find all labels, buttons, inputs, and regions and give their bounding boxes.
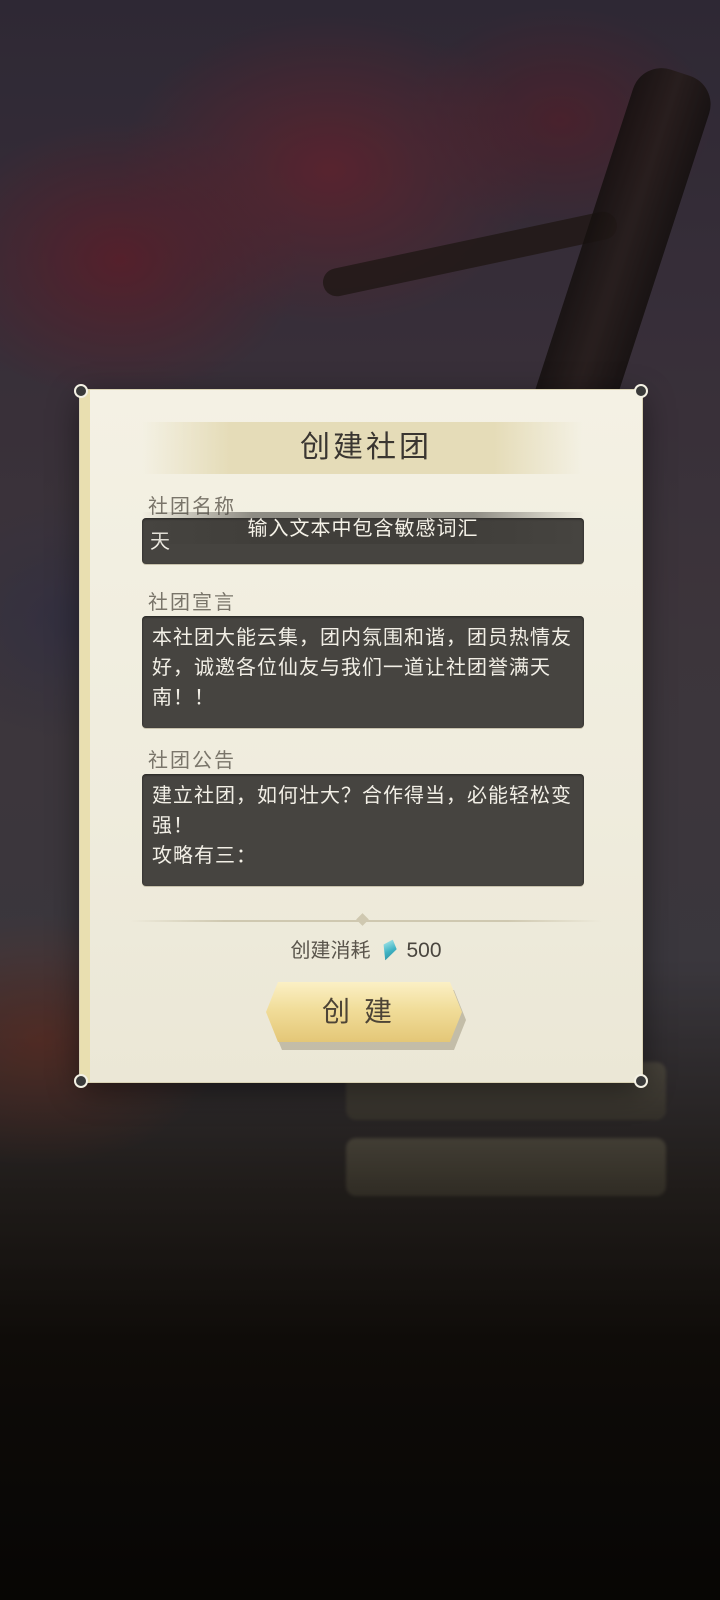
create-button[interactable]: 创建 <box>266 982 462 1042</box>
announcement-label: 社团公告 <box>148 748 236 772</box>
spirit-stone-icon <box>379 937 400 962</box>
cost-label: 创建消耗 <box>290 938 371 962</box>
announcement-text: 建立社团，如何壮大？合作得当，必能轻松变强！ 攻略有三： <box>152 783 572 867</box>
sensitive-word-warning: 输入文本中包含敏感词汇 <box>142 512 584 544</box>
declaration-label: 社团宣言 <box>148 590 236 614</box>
create-society-dialog: 创建社团 社团名称 天 输入文本中包含敏感词汇 社团宣言 本社团大能云集，团内氛… <box>74 384 648 1088</box>
corner-ornament <box>634 384 648 398</box>
dialog-title: 创建社团 <box>300 430 432 465</box>
corner-ornament <box>74 384 88 398</box>
corner-ornament <box>74 1074 88 1088</box>
divider-ornament <box>356 913 369 926</box>
creation-cost: 创建消耗 500 <box>90 930 642 971</box>
declaration-text: 本社团大能云集，团内氛围和谐，团员热情友好，诚邀各位仙友与我们一道让社团誉满天南… <box>152 625 572 709</box>
background-button-2 <box>346 1138 666 1196</box>
declaration-textarea[interactable]: 本社团大能云集，团内氛围和谐，团员热情友好，诚邀各位仙友与我们一道让社团誉满天南… <box>142 616 584 728</box>
announcement-textarea[interactable]: 建立社团，如何壮大？合作得当，必能轻松变强！ 攻略有三： <box>142 774 584 886</box>
cost-amount: 500 <box>406 939 442 962</box>
corner-ornament <box>634 1074 648 1088</box>
